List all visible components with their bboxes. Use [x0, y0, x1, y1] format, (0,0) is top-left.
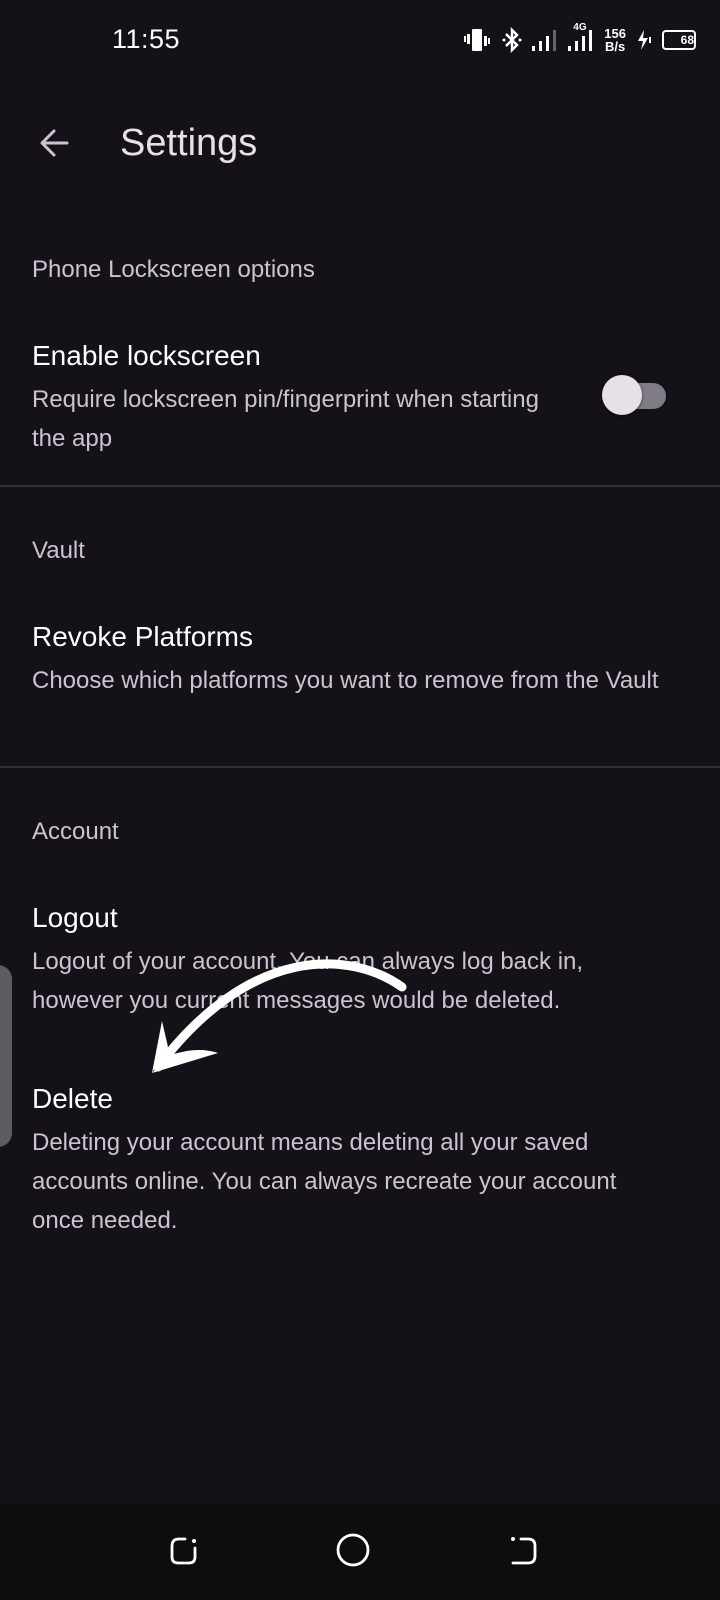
- status-icons: 4G 156 B/s 68: [464, 22, 696, 56]
- pref-title: Logout: [32, 902, 118, 933]
- pref-summary: Choose which platforms you want to remov…: [32, 667, 659, 694]
- status-time: 11:55: [112, 24, 181, 54]
- status-bar: 11:55 4G 156 B/s 68: [0, 0, 720, 84]
- edge-panel-handle[interactable]: [0, 965, 12, 1147]
- recents-button[interactable]: [162, 1530, 206, 1574]
- recents-icon: [167, 1533, 201, 1572]
- system-nav-bar: [0, 1504, 720, 1600]
- pref-summary: Require lockscreen pin/fingerprint when …: [32, 386, 539, 452]
- charging-icon: [636, 29, 652, 51]
- bluetooth-icon: [502, 27, 522, 53]
- back-button[interactable]: [28, 118, 82, 172]
- divider: [0, 485, 720, 487]
- back-nav-button[interactable]: [502, 1530, 546, 1574]
- network-speed-unit: B/s: [605, 39, 626, 54]
- curved-arrow-icon: [140, 955, 420, 1090]
- back-icon: [507, 1533, 541, 1572]
- divider: [0, 766, 720, 768]
- section-header-vault: Vault: [32, 537, 85, 564]
- pref-title: Revoke Platforms: [32, 621, 253, 652]
- enable-lockscreen-toggle[interactable]: [602, 375, 666, 415]
- app-bar: Settings: [0, 100, 720, 190]
- pref-delete[interactable]: Delete Deleting your account means delet…: [0, 1083, 720, 1243]
- home-icon: [335, 1532, 371, 1573]
- battery-level: 68: [680, 33, 694, 47]
- network-speed: 156 B/s: [604, 27, 626, 53]
- section-header-lockscreen: Phone Lockscreen options: [32, 256, 315, 283]
- signal-4g-icon: 4G: [568, 22, 594, 52]
- toggle-thumb: [602, 375, 642, 415]
- signal-icon: [532, 28, 558, 52]
- network-type-label: 4G: [573, 22, 587, 33]
- section-header-account: Account: [32, 818, 119, 845]
- pref-title: Delete: [32, 1083, 113, 1114]
- pref-title: Enable lockscreen: [32, 340, 261, 371]
- pref-summary: Deleting your account means deleting all…: [32, 1129, 617, 1234]
- vibrate-icon: [464, 27, 492, 53]
- arrow-left-icon: [37, 125, 73, 166]
- battery-icon: 68: [662, 30, 696, 50]
- page-title: Settings: [120, 122, 258, 164]
- home-button[interactable]: [331, 1530, 375, 1574]
- pref-revoke-platforms[interactable]: Revoke Platforms Choose which platforms …: [0, 621, 720, 746]
